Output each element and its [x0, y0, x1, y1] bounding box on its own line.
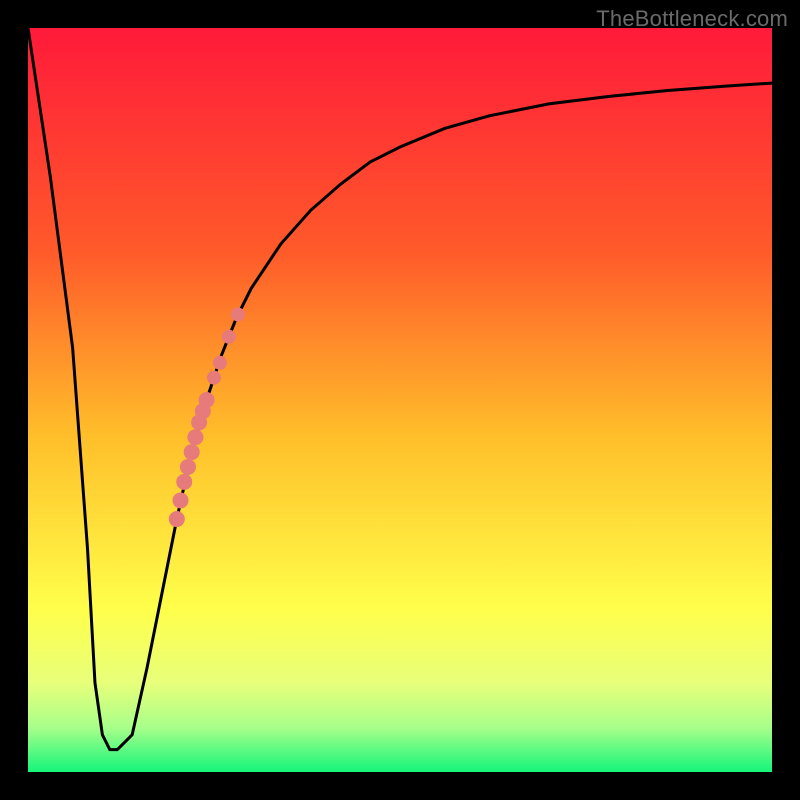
highlight-dot — [187, 429, 203, 445]
highlight-dot — [173, 492, 189, 508]
highlight-dot — [207, 371, 221, 385]
highlight-dot — [222, 330, 236, 344]
plot-area — [28, 28, 772, 772]
highlight-dot — [213, 356, 227, 370]
chart-svg — [28, 28, 772, 772]
highlight-dot — [231, 307, 245, 321]
highlight-dot — [169, 511, 185, 527]
watermark-label: TheBottleneck.com — [596, 6, 788, 32]
highlight-dot — [180, 459, 196, 475]
highlight-dot — [184, 444, 200, 460]
chart-frame: TheBottleneck.com — [0, 0, 800, 800]
highlight-dot — [176, 474, 192, 490]
gradient-background — [28, 28, 772, 772]
highlight-dot — [199, 392, 215, 408]
